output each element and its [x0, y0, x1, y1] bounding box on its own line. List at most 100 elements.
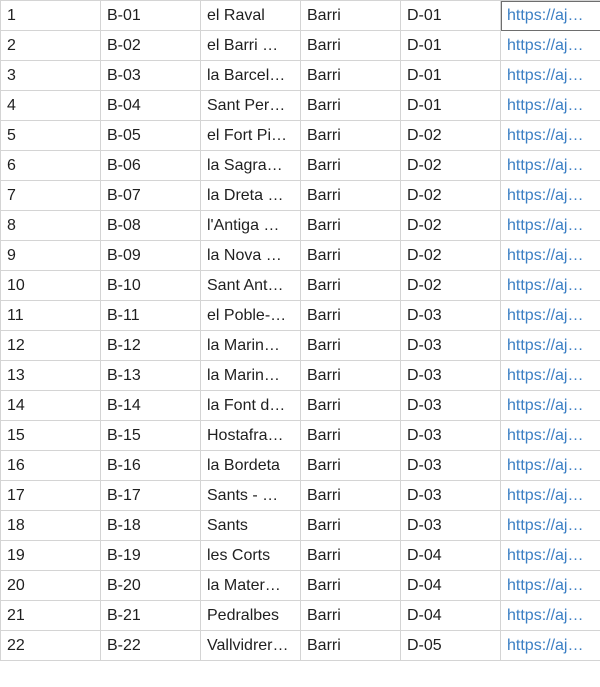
url-cell[interactable]: https://aj… — [500, 600, 600, 631]
row-index-cell: 6 — [0, 150, 101, 181]
table-row: 4 B-04 Sant Per… Barri D-01 https://aj… — [0, 90, 600, 121]
name-cell: Sant Ant… — [200, 270, 301, 301]
url-cell[interactable]: https://aj… — [500, 150, 600, 181]
type-cell: Barri — [300, 450, 401, 481]
type-cell: Barri — [300, 330, 401, 361]
district-cell: D-02 — [400, 120, 501, 151]
row-index-cell: 10 — [0, 270, 101, 301]
district-cell: D-01 — [400, 90, 501, 121]
row-index-cell: 22 — [0, 630, 101, 661]
code-cell: B-19 — [100, 540, 201, 571]
code-cell: B-08 — [100, 210, 201, 241]
name-cell: la Font d… — [200, 390, 301, 421]
type-cell: Barri — [300, 150, 401, 181]
name-cell: Sant Per… — [200, 90, 301, 121]
type-cell: Barri — [300, 60, 401, 91]
row-index-cell: 4 — [0, 90, 101, 121]
name-cell: Vallvidrer… — [200, 630, 301, 661]
row-index-cell: 8 — [0, 210, 101, 241]
district-cell: D-01 — [400, 30, 501, 61]
url-cell[interactable]: https://aj… — [500, 570, 600, 601]
url-cell[interactable]: https://aj… — [500, 630, 600, 661]
row-index-cell: 11 — [0, 300, 101, 331]
url-cell[interactable]: https://aj… — [500, 210, 600, 241]
table-row: 10 B-10 Sant Ant… Barri D-02 https://aj… — [0, 270, 600, 301]
code-cell: B-17 — [100, 480, 201, 511]
name-cell: Pedralbes — [200, 600, 301, 631]
table-row: 22 B-22 Vallvidrer… Barri D-05 https://aj… — [0, 630, 600, 661]
table-row: 19 B-19 les Corts Barri D-04 https://aj… — [0, 540, 600, 571]
name-cell: Sants - … — [200, 480, 301, 511]
district-cell: D-03 — [400, 330, 501, 361]
type-cell: Barri — [300, 30, 401, 61]
district-cell: D-03 — [400, 420, 501, 451]
name-cell: la Barcel… — [200, 60, 301, 91]
district-cell: D-02 — [400, 240, 501, 271]
name-cell: la Mater… — [200, 570, 301, 601]
code-cell: B-02 — [100, 30, 201, 61]
code-cell: B-09 — [100, 240, 201, 271]
table-row: 18 B-18 Sants Barri D-03 https://aj… — [0, 510, 600, 541]
row-index-cell: 13 — [0, 360, 101, 391]
district-cell: D-03 — [400, 480, 501, 511]
name-cell: Sants — [200, 510, 301, 541]
url-cell[interactable]: https://aj… — [500, 180, 600, 211]
district-cell: D-03 — [400, 360, 501, 391]
code-cell: B-12 — [100, 330, 201, 361]
name-cell: el Poble-… — [200, 300, 301, 331]
district-cell: D-03 — [400, 450, 501, 481]
code-cell: B-21 — [100, 600, 201, 631]
row-index-cell: 20 — [0, 570, 101, 601]
type-cell: Barri — [300, 600, 401, 631]
url-cell[interactable]: https://aj… — [500, 30, 600, 61]
district-cell: D-01 — [400, 60, 501, 91]
row-index-cell: 12 — [0, 330, 101, 361]
table-row: 5 B-05 el Fort Pi… Barri D-02 https://aj… — [0, 120, 600, 151]
url-cell[interactable]: https://aj… — [500, 270, 600, 301]
type-cell: Barri — [300, 390, 401, 421]
district-cell: D-02 — [400, 180, 501, 211]
url-cell[interactable]: https://aj… — [500, 480, 600, 511]
code-cell: B-15 — [100, 420, 201, 451]
url-cell[interactable]: https://aj… — [500, 300, 600, 331]
grid-body: 1 B-01 el Raval Barri D-01 https://aj… 2 B-02 el… — [0, 0, 600, 661]
name-cell: la Bordeta — [200, 450, 301, 481]
type-cell: Barri — [300, 630, 401, 661]
district-cell: D-04 — [400, 540, 501, 571]
url-cell[interactable]: https://aj… — [500, 390, 600, 421]
url-cell[interactable]: https://aj… — [500, 120, 600, 151]
type-cell: Barri — [300, 270, 401, 301]
district-cell: D-04 — [400, 570, 501, 601]
url-cell[interactable]: https://aj… — [500, 450, 600, 481]
district-cell: D-02 — [400, 210, 501, 241]
table-row: 20 B-20 la Mater… Barri D-04 https://aj… — [0, 570, 600, 601]
url-cell[interactable]: https://aj… — [500, 90, 600, 121]
url-cell[interactable]: https://aj… — [500, 330, 600, 361]
row-index-cell: 14 — [0, 390, 101, 421]
type-cell: Barri — [300, 0, 401, 31]
url-cell[interactable]: https://aj… — [500, 60, 600, 91]
code-cell: B-05 — [100, 120, 201, 151]
url-cell[interactable]: https://aj… — [500, 420, 600, 451]
code-cell: B-14 — [100, 390, 201, 421]
name-cell: el Raval — [200, 0, 301, 31]
name-cell: la Nova … — [200, 240, 301, 271]
row-index-cell: 5 — [0, 120, 101, 151]
url-cell[interactable]: https://aj… — [500, 510, 600, 541]
row-index-cell: 2 — [0, 30, 101, 61]
table-row: 17 B-17 Sants - … Barri D-03 https://aj… — [0, 480, 600, 511]
table-row: 8 B-08 l'Antiga … Barri D-02 https://aj… — [0, 210, 600, 241]
district-cell: D-04 — [400, 600, 501, 631]
row-index-cell: 17 — [0, 480, 101, 511]
code-cell: B-06 — [100, 150, 201, 181]
district-cell: D-05 — [400, 630, 501, 661]
code-cell: B-03 — [100, 60, 201, 91]
type-cell: Barri — [300, 510, 401, 541]
type-cell: Barri — [300, 420, 401, 451]
url-cell[interactable]: https://aj… — [500, 540, 600, 571]
url-cell[interactable]: https://aj… — [500, 360, 600, 391]
url-cell[interactable]: https://aj… — [500, 240, 600, 271]
type-cell: Barri — [300, 480, 401, 511]
url-cell[interactable]: https://aj… — [500, 0, 600, 31]
table-row: 14 B-14 la Font d… Barri D-03 https://aj… — [0, 390, 600, 421]
